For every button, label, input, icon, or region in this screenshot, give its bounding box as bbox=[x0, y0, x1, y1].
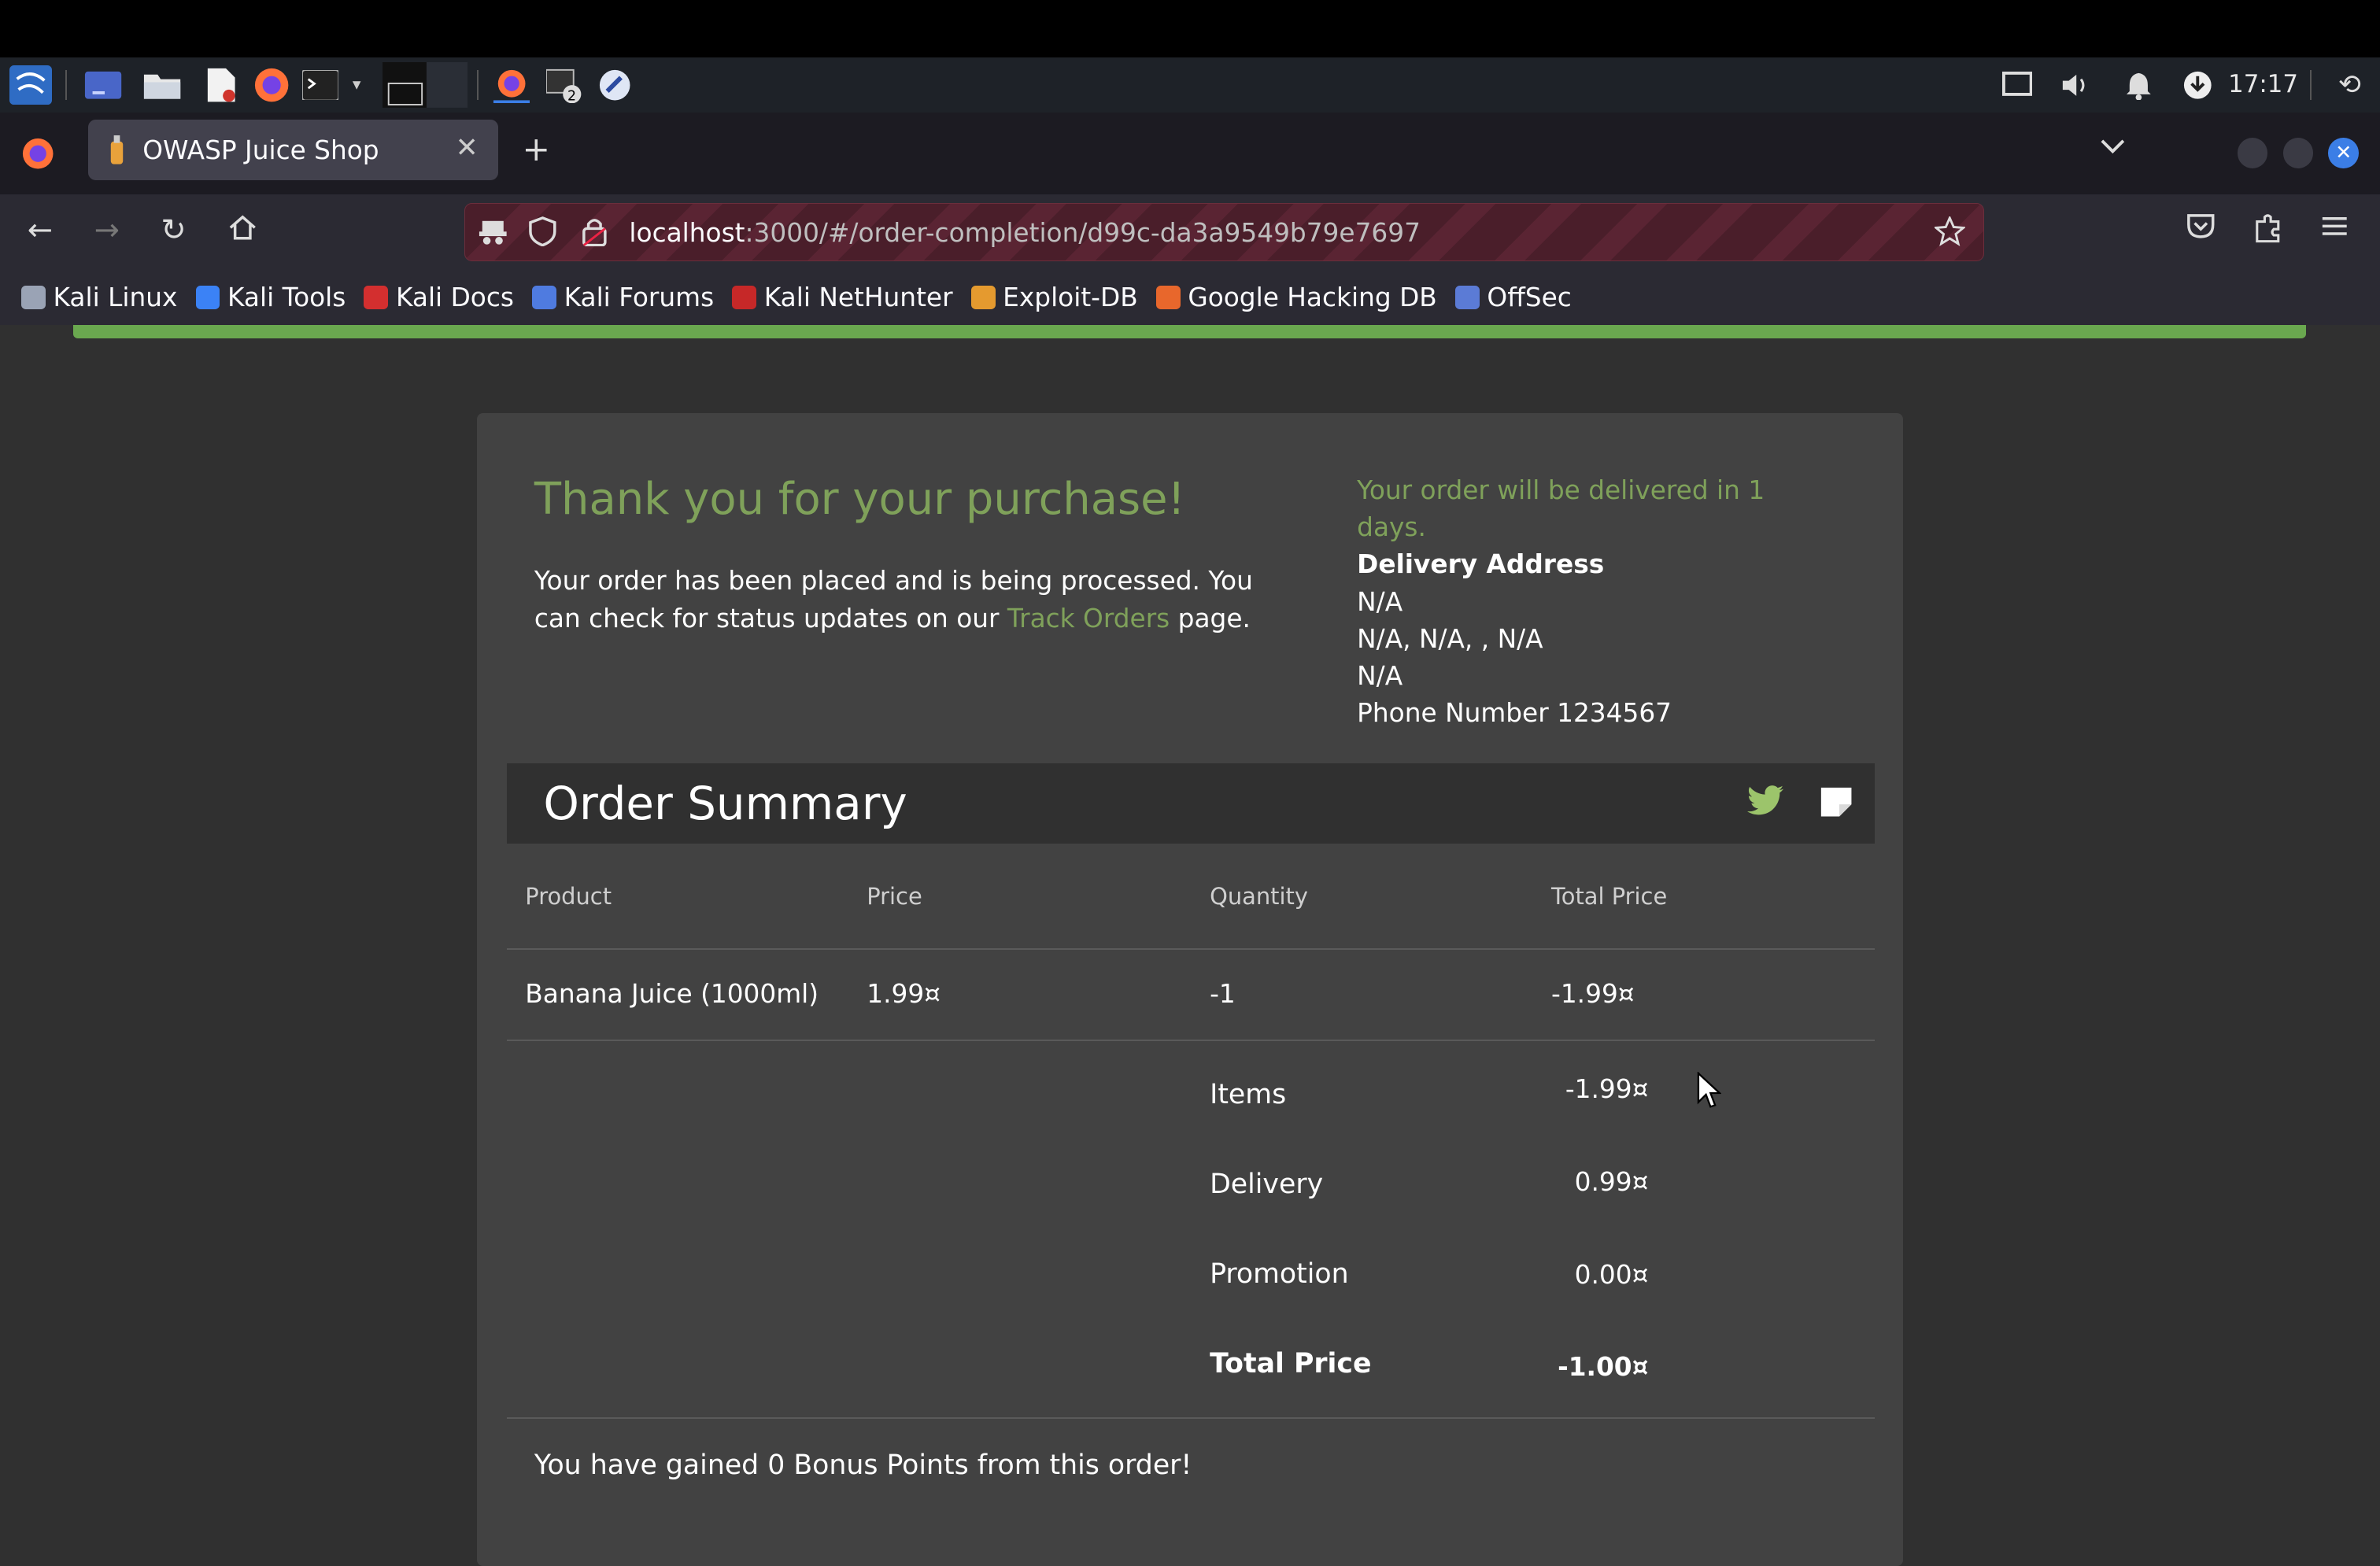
mouse-cursor-icon bbox=[1697, 1070, 1723, 1117]
kali-forums-icon bbox=[532, 285, 556, 310]
delivery-address-label: Delivery Address bbox=[1357, 549, 1605, 580]
forward-icon[interactable]: → bbox=[94, 212, 120, 248]
bookmark-exploit-db[interactable]: Exploit-DB bbox=[970, 283, 1138, 312]
notifications-bell-icon[interactable] bbox=[2122, 67, 2155, 103]
extensions-icon[interactable] bbox=[2252, 212, 2283, 251]
file-manager-icon[interactable] bbox=[142, 67, 182, 103]
address-line-2: N/A, N/A, , N/A bbox=[1357, 623, 1543, 654]
logout-icon[interactable]: ⟲ bbox=[2331, 67, 2367, 103]
list-all-tabs-icon[interactable] bbox=[2099, 134, 2127, 162]
back-icon[interactable]: ← bbox=[28, 212, 53, 248]
address-bar[interactable]: localhost:3000/#/order-completion/d99c-d… bbox=[464, 203, 1984, 261]
bookmark-star-icon[interactable] bbox=[1933, 215, 1967, 253]
table-divider bbox=[507, 1040, 1875, 1041]
bonus-points-message: You have gained 0 Bonus Points from this… bbox=[534, 1449, 1192, 1481]
display-icon[interactable] bbox=[2001, 67, 2034, 103]
bookmark-offsec[interactable]: OffSec bbox=[1454, 283, 1572, 312]
order-summary-title: Order Summary bbox=[543, 777, 907, 831]
row-price: 1.99¤ bbox=[867, 978, 941, 1009]
private-browsing-icon bbox=[478, 216, 508, 253]
delivery-label: Delivery bbox=[1210, 1169, 1324, 1201]
firefox-view-icon[interactable] bbox=[21, 137, 54, 176]
home-icon[interactable] bbox=[227, 212, 258, 251]
tab-owasp-juice-shop[interactable]: OWASP Juice Shop ✕ bbox=[87, 120, 498, 181]
pocket-icon[interactable] bbox=[2186, 212, 2216, 248]
thank-you-heading: Thank you for your purchase! bbox=[534, 473, 1185, 525]
delivery-eta: Your order will be delivered in 1 days. bbox=[1357, 475, 1765, 543]
promotion-label: Promotion bbox=[1210, 1258, 1349, 1290]
facebook-share-icon[interactable] bbox=[1818, 785, 1854, 824]
bookmark-kali-docs[interactable]: Kali Docs bbox=[364, 283, 514, 312]
kali-docs-icon bbox=[364, 285, 389, 310]
juice-shop-favicon-icon bbox=[106, 135, 128, 172]
order-placed-message: Your order has been placed and is being … bbox=[534, 565, 1253, 633]
new-tab-icon[interactable]: + bbox=[522, 131, 550, 169]
bookmark-kali-tools[interactable]: Kali Tools bbox=[195, 283, 346, 312]
address-line-3: N/A bbox=[1357, 661, 1403, 692]
total-price-value: -1.00¤ bbox=[1558, 1352, 1649, 1383]
text-editor-icon[interactable] bbox=[203, 67, 239, 103]
delivery-info: Your order will be delivered in 1 days. … bbox=[1357, 472, 1813, 733]
bookmark-kali-linux[interactable]: Kali Linux bbox=[21, 283, 177, 312]
bookmark-kali-nethunter[interactable]: Kali NetHunter bbox=[732, 283, 953, 312]
table-divider bbox=[507, 1417, 1875, 1420]
burp-window-icon[interactable] bbox=[595, 67, 634, 103]
address-line-1: N/A bbox=[1357, 586, 1403, 617]
tracking-protection-shield-icon[interactable] bbox=[529, 216, 556, 253]
header-total-price: Total Price bbox=[1551, 883, 1668, 910]
top-black-strip bbox=[0, 0, 2380, 58]
row-quantity: -1 bbox=[1210, 978, 1236, 1009]
header-product: Product bbox=[525, 883, 612, 910]
lock-icon[interactable] bbox=[581, 216, 608, 253]
exploit-db-icon bbox=[970, 285, 996, 310]
table-divider bbox=[507, 948, 1875, 951]
url-text[interactable]: localhost:3000/#/order-completion/d99c-d… bbox=[629, 218, 1421, 248]
clock[interactable]: 17:17 bbox=[2228, 70, 2298, 98]
kali-tools-icon bbox=[195, 285, 220, 310]
header-price: Price bbox=[867, 883, 922, 910]
chevron-down-icon[interactable]: ▾ bbox=[346, 67, 368, 103]
terminal-icon[interactable] bbox=[301, 67, 340, 103]
twitter-share-icon[interactable] bbox=[1746, 785, 1785, 824]
close-window-icon[interactable]: ✕ bbox=[2328, 138, 2360, 169]
tab-title: OWASP Juice Shop bbox=[142, 135, 379, 165]
google-hacking-db-icon bbox=[1155, 285, 1181, 310]
bookmark-google-hacking-db[interactable]: Google Hacking DB bbox=[1155, 283, 1437, 312]
bookmark-kali-forums[interactable]: Kali Forums bbox=[532, 283, 714, 312]
order-completion-card: Thank you for your purchase! Your order … bbox=[476, 412, 1904, 1566]
firefox-window-icon[interactable] bbox=[492, 67, 531, 104]
reload-icon[interactable]: ↻ bbox=[161, 212, 186, 248]
tab-close-icon[interactable]: ✕ bbox=[456, 132, 479, 164]
items-label: Items bbox=[1210, 1079, 1287, 1111]
navigation-bar: ← → ↻ localhost:3000/#/order-completion/… bbox=[0, 194, 2380, 271]
row-total: -1.99¤ bbox=[1551, 978, 1635, 1009]
minimize-window-icon[interactable] bbox=[2237, 138, 2268, 169]
tab-bar: OWASP Juice Shop ✕ + ✕ bbox=[0, 112, 2380, 194]
toolbar-bottom-accent bbox=[72, 324, 2306, 339]
phone-number: Phone Number 1234567 bbox=[1357, 698, 1672, 729]
track-orders-link[interactable]: Track Orders bbox=[1007, 604, 1170, 633]
kali-linux-icon bbox=[21, 285, 46, 310]
items-value: -1.99¤ bbox=[1565, 1074, 1649, 1105]
firefox-launcher-icon[interactable] bbox=[252, 67, 291, 103]
order-summary-header: Order Summary bbox=[507, 763, 1875, 844]
show-desktop-icon[interactable] bbox=[83, 67, 123, 103]
desktop-panel: ▾ 2 17:17 ⟲ bbox=[0, 57, 2380, 113]
svg-text:2: 2 bbox=[567, 88, 576, 103]
workspace-switcher[interactable] bbox=[382, 62, 468, 108]
kali-nethunter-icon bbox=[732, 285, 757, 310]
offsec-icon bbox=[1454, 285, 1480, 310]
kali-menu-icon[interactable] bbox=[9, 65, 52, 105]
menu-hamburger-icon[interactable] bbox=[2319, 212, 2350, 248]
volume-icon[interactable] bbox=[2058, 67, 2094, 103]
header-quantity: Quantity bbox=[1210, 883, 1308, 910]
maximize-window-icon[interactable] bbox=[2282, 138, 2314, 169]
bookmarks-toolbar: Kali Linux Kali Tools Kali Docs Kali For… bbox=[0, 270, 2380, 325]
total-price-label: Total Price bbox=[1210, 1347, 1372, 1379]
promotion-value: 0.00¤ bbox=[1574, 1259, 1649, 1290]
terminal-window-icon[interactable]: 2 bbox=[546, 67, 586, 104]
power-status-icon[interactable] bbox=[2181, 67, 2214, 103]
row-product: Banana Juice (1000ml) bbox=[525, 978, 819, 1009]
delivery-value: 0.99¤ bbox=[1574, 1167, 1649, 1198]
